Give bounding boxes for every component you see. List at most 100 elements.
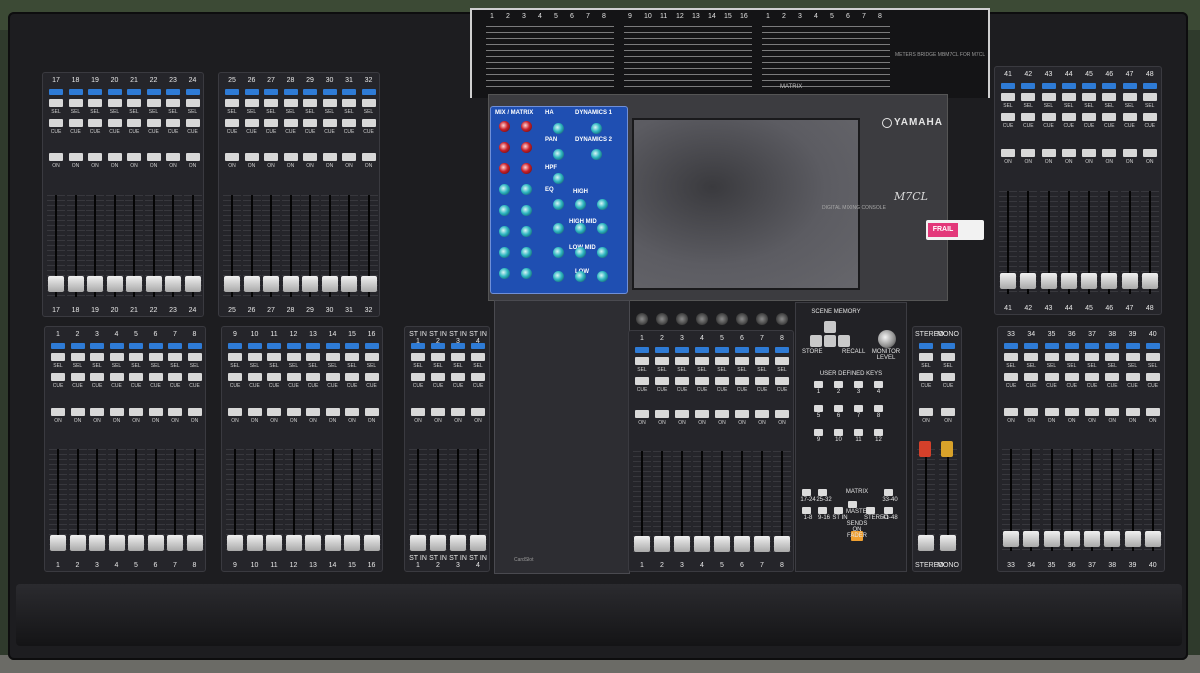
on-button[interactable] bbox=[1102, 148, 1117, 157]
cue-button[interactable] bbox=[1061, 113, 1076, 121]
fader-cap[interactable] bbox=[470, 535, 486, 552]
fader-cap[interactable] bbox=[450, 535, 466, 552]
sel-button[interactable] bbox=[1102, 93, 1117, 101]
fader-cap[interactable] bbox=[87, 276, 103, 293]
sel-button[interactable] bbox=[431, 353, 445, 361]
on-button[interactable] bbox=[185, 153, 200, 162]
sel-button[interactable] bbox=[941, 353, 955, 361]
on-button[interactable] bbox=[1064, 407, 1079, 416]
on-button[interactable] bbox=[675, 410, 689, 419]
on-button[interactable] bbox=[1061, 148, 1076, 157]
sel-button[interactable] bbox=[88, 99, 102, 107]
on-button[interactable] bbox=[267, 407, 281, 416]
sel-button[interactable] bbox=[187, 353, 202, 361]
mix-send-knob[interactable] bbox=[521, 163, 532, 174]
cue-button[interactable] bbox=[345, 373, 359, 381]
stereo-on-button[interactable] bbox=[919, 441, 931, 457]
cue-button[interactable] bbox=[146, 119, 161, 127]
user-defined-key[interactable] bbox=[874, 429, 883, 436]
cue-button[interactable] bbox=[635, 377, 649, 385]
mix-send-knob[interactable] bbox=[499, 205, 510, 216]
cue-button[interactable] bbox=[715, 377, 729, 385]
layer-key[interactable] bbox=[884, 489, 893, 496]
cue-button[interactable] bbox=[919, 373, 933, 381]
sel-button[interactable] bbox=[225, 99, 239, 107]
cue-button[interactable] bbox=[68, 119, 83, 127]
sel-button[interactable] bbox=[322, 99, 337, 107]
fader-cap[interactable] bbox=[243, 276, 260, 293]
encoder-knob[interactable] bbox=[696, 313, 708, 325]
fader-cap[interactable] bbox=[184, 276, 201, 293]
cue-button[interactable] bbox=[1044, 373, 1059, 381]
sel-button[interactable] bbox=[364, 353, 379, 361]
cue-button[interactable] bbox=[431, 373, 445, 381]
fader-cap[interactable] bbox=[48, 276, 64, 293]
sel-button[interactable] bbox=[1021, 93, 1036, 101]
fader-cap[interactable] bbox=[344, 535, 360, 552]
user-defined-key[interactable] bbox=[814, 429, 823, 436]
sel-button[interactable] bbox=[68, 99, 83, 107]
on-button[interactable] bbox=[129, 407, 143, 416]
fader-cap[interactable] bbox=[1060, 273, 1077, 290]
on-button[interactable] bbox=[1105, 407, 1120, 416]
cue-button[interactable] bbox=[129, 373, 143, 381]
cue-button[interactable] bbox=[322, 119, 337, 127]
sel-button[interactable] bbox=[51, 353, 65, 361]
sel-button[interactable] bbox=[1085, 353, 1099, 361]
cue-button[interactable] bbox=[187, 373, 202, 381]
on-button[interactable] bbox=[755, 410, 769, 419]
fader-cap[interactable] bbox=[321, 276, 338, 293]
fader-cap[interactable] bbox=[1000, 273, 1016, 290]
fader-cap[interactable] bbox=[302, 276, 318, 293]
sel-button[interactable] bbox=[244, 99, 259, 107]
on-button[interactable] bbox=[187, 407, 202, 416]
sel-button[interactable] bbox=[267, 353, 281, 361]
cue-button[interactable] bbox=[1105, 373, 1120, 381]
cue-button[interactable] bbox=[51, 373, 65, 381]
cue-button[interactable] bbox=[675, 377, 689, 385]
sel-button[interactable] bbox=[228, 353, 242, 361]
user-defined-key[interactable] bbox=[854, 381, 863, 388]
layer-key[interactable] bbox=[818, 507, 827, 514]
sel-button[interactable] bbox=[90, 353, 104, 361]
sel-button[interactable] bbox=[127, 99, 141, 107]
on-button[interactable] bbox=[264, 153, 278, 162]
fader-cap[interactable] bbox=[128, 535, 144, 552]
on-button[interactable] bbox=[1145, 407, 1160, 416]
cue-button[interactable] bbox=[1041, 113, 1056, 121]
eq-knob[interactable] bbox=[575, 199, 586, 210]
sel-button[interactable] bbox=[283, 99, 298, 107]
mix-send-knob[interactable] bbox=[499, 121, 510, 132]
eq-knob[interactable] bbox=[597, 199, 608, 210]
cue-button[interactable] bbox=[361, 119, 376, 127]
user-defined-key[interactable] bbox=[834, 429, 843, 436]
mono-on-button[interactable] bbox=[941, 441, 953, 457]
sel-button[interactable] bbox=[1001, 93, 1015, 101]
fader-cap[interactable] bbox=[918, 535, 934, 552]
user-defined-key[interactable] bbox=[874, 405, 883, 412]
fader-cap[interactable] bbox=[774, 535, 790, 552]
fader-cap[interactable] bbox=[1124, 530, 1141, 547]
cue-button[interactable] bbox=[941, 373, 955, 381]
eq-knob[interactable] bbox=[575, 223, 586, 234]
sel-button[interactable] bbox=[146, 99, 161, 107]
on-button[interactable] bbox=[431, 407, 445, 416]
on-button[interactable] bbox=[361, 153, 376, 162]
sel-button[interactable] bbox=[109, 353, 124, 361]
fader-cap[interactable] bbox=[674, 535, 690, 552]
cue-button[interactable] bbox=[342, 119, 356, 127]
user-defined-key[interactable] bbox=[854, 405, 863, 412]
sel-button[interactable] bbox=[129, 353, 143, 361]
cue-button[interactable] bbox=[1064, 373, 1079, 381]
fader-cap[interactable] bbox=[305, 535, 321, 552]
on-button[interactable] bbox=[941, 407, 955, 416]
on-button[interactable] bbox=[1082, 148, 1096, 157]
eq-knob[interactable] bbox=[553, 223, 564, 234]
mix-send-knob[interactable] bbox=[521, 226, 532, 237]
layer-key[interactable] bbox=[818, 489, 827, 496]
cue-button[interactable] bbox=[225, 119, 239, 127]
sel-button[interactable] bbox=[264, 99, 278, 107]
eq-knob[interactable] bbox=[597, 247, 608, 258]
sel-button[interactable] bbox=[166, 99, 180, 107]
fader-cap[interactable] bbox=[1081, 273, 1097, 290]
